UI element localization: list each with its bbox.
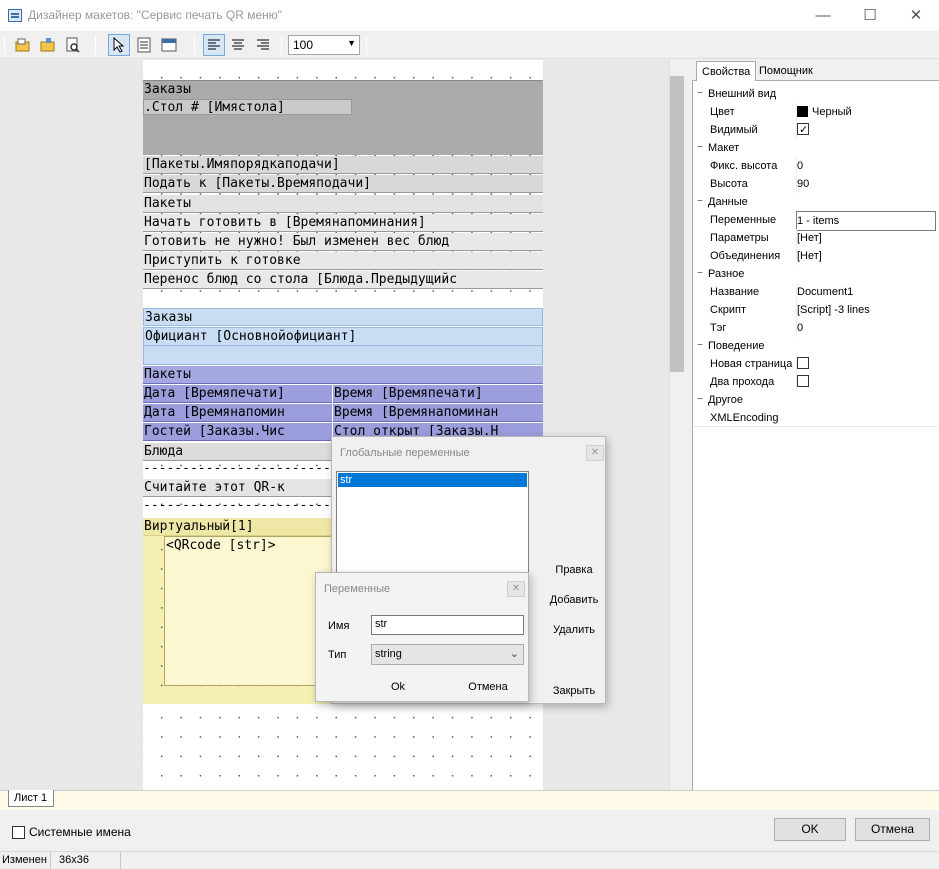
type-value: string xyxy=(375,648,402,660)
dialog-ok-button[interactable]: Ok xyxy=(378,681,418,693)
title-bar: Дизайнер макетов: "Сервис печать QR меню… xyxy=(0,0,939,31)
start-cooking-field[interactable]: Начать готовить в [Времянапоминания] xyxy=(143,214,543,232)
tab-properties[interactable]: Свойства xyxy=(696,61,757,81)
sheet-tabs-bar xyxy=(0,790,939,810)
variable-dialog-title: Переменные xyxy=(324,583,391,595)
print-time-field[interactable]: Время [Времяпечати] xyxy=(333,385,543,403)
pointer-icon[interactable] xyxy=(108,34,130,56)
name-label: Имя xyxy=(328,620,350,632)
text-object-icon[interactable] xyxy=(133,34,155,56)
variable-dialog: Переменные ✕ Имя str Тип string ⌄ Ok Отм… xyxy=(315,572,529,702)
minimize-button[interactable]: — xyxy=(800,0,846,31)
toolbar-separator xyxy=(194,35,195,55)
open-icon[interactable] xyxy=(12,34,34,56)
type-select[interactable]: string ⌄ xyxy=(371,644,524,665)
band-packages-violet-header[interactable]: Пакеты xyxy=(143,366,543,384)
start-prep-field[interactable]: Приступить к готовке xyxy=(143,252,543,270)
toolbar-separator xyxy=(95,35,96,55)
transfer-dishes-field[interactable]: Перенос блюд со стола [Блюда.Предыдущийс xyxy=(143,271,543,289)
edit-button[interactable]: Правка xyxy=(542,564,606,576)
status-changed: Изменен xyxy=(2,854,47,866)
reminder-time-field[interactable]: Время [Времянапоминан xyxy=(333,404,543,422)
status-size: 36x36 xyxy=(59,854,89,866)
serve-time-field[interactable]: Подать к [Пакеты.Времяподачи] xyxy=(143,175,543,193)
close-dialog-button[interactable]: Закрыть xyxy=(542,685,606,697)
status-divider xyxy=(120,852,121,869)
save-icon[interactable] xyxy=(37,34,59,56)
band-icon[interactable] xyxy=(158,34,180,56)
chevron-down-icon: ▼ xyxy=(347,38,356,48)
packages-order-field[interactable]: [Пакеты.Имяпорядкаподачи] xyxy=(143,156,543,174)
no-cook-field[interactable]: Готовить не нужно! Был изменен вес блюд xyxy=(143,233,543,251)
system-names-label: Системные имена xyxy=(29,825,131,839)
add-button[interactable]: Добавить xyxy=(542,594,606,606)
property-grid-border xyxy=(694,85,937,427)
preview-icon[interactable] xyxy=(62,34,84,56)
waiter-field[interactable]: Официант [Основнойофициант] xyxy=(143,327,543,346)
guests-field[interactable]: Гостей [Заказы.Чис xyxy=(143,423,332,441)
align-right-icon[interactable] xyxy=(252,34,274,56)
band-orders-header[interactable]: Заказы xyxy=(143,80,543,97)
sheet-tab-1[interactable]: Лист 1 xyxy=(8,790,54,807)
system-names-checkbox[interactable] xyxy=(12,826,25,839)
zoom-value: 100 xyxy=(293,38,314,52)
toolbar-grip xyxy=(4,35,5,55)
name-field[interactable]: str xyxy=(371,615,524,635)
table-name-field[interactable]: .Стол # [Имястола] xyxy=(143,99,352,115)
toolbar-separator xyxy=(366,35,367,55)
tab-helper[interactable]: Помощник xyxy=(754,61,818,81)
close-button[interactable]: ✕ xyxy=(893,0,939,31)
close-icon[interactable]: ✕ xyxy=(507,581,525,597)
cancel-button[interactable]: Отмена xyxy=(855,818,930,841)
global-vars-title: Глобальные переменные xyxy=(340,447,470,459)
zoom-select[interactable]: 100 ▼ xyxy=(288,35,360,55)
dialog-cancel-button[interactable]: Отмена xyxy=(462,681,514,693)
reminder-date-field[interactable]: Дата [Времянапомин xyxy=(143,404,332,422)
close-icon[interactable]: ✕ xyxy=(586,445,604,461)
type-label: Тип xyxy=(328,649,347,661)
align-center-icon[interactable] xyxy=(227,34,249,56)
print-date-field[interactable]: Дата [Времяпечати] xyxy=(143,385,332,403)
delete-button[interactable]: Удалить xyxy=(542,624,606,636)
band-packages-header[interactable]: Пакеты xyxy=(143,195,543,213)
align-left-icon[interactable] xyxy=(203,34,225,56)
qr-code-object[interactable]: <QRcode [str]> xyxy=(164,536,334,686)
status-bar: Изменен 36x36 xyxy=(0,851,939,869)
toolbar xyxy=(0,31,939,59)
band-orders-blue-body[interactable] xyxy=(143,346,543,365)
window-title: Дизайнер макетов: "Сервис печать QR меню… xyxy=(28,8,283,22)
status-divider xyxy=(50,852,51,869)
ok-button[interactable]: OK xyxy=(774,818,846,841)
app-icon xyxy=(8,9,22,22)
chevron-down-icon: ⌄ xyxy=(509,648,519,660)
maximize-button[interactable]: ☐ xyxy=(847,0,893,31)
scrollbar-thumb[interactable] xyxy=(670,76,684,372)
band-orders-blue-header[interactable]: Заказы xyxy=(143,308,543,326)
toolbar-separator xyxy=(281,35,282,55)
band-orders-body[interactable]: .Стол # [Имястола] xyxy=(143,97,543,155)
list-item[interactable]: str xyxy=(338,473,527,487)
